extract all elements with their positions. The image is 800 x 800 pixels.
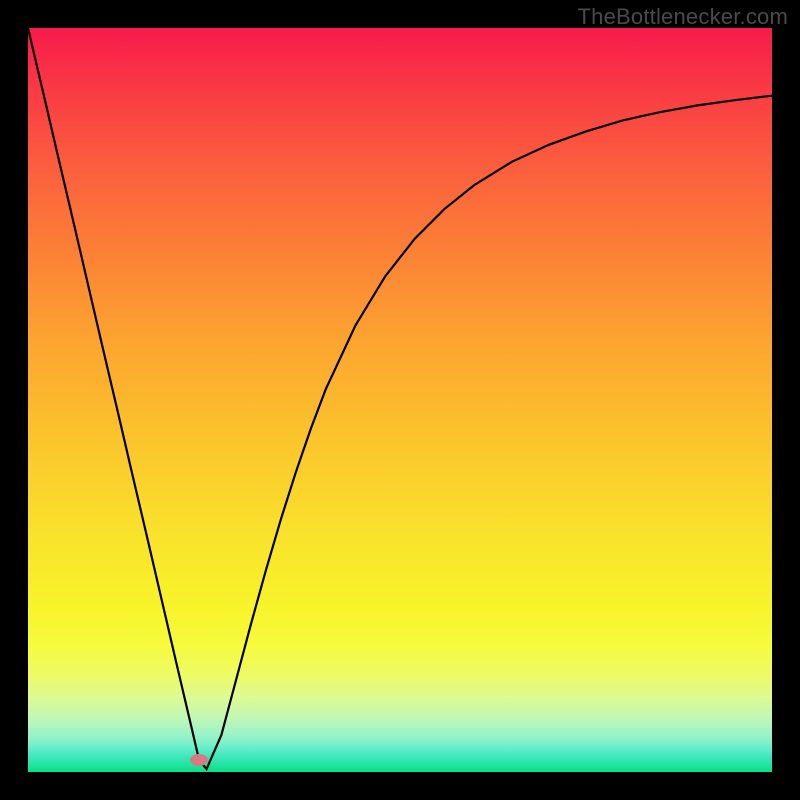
minimum-marker <box>190 754 208 766</box>
bottleneck-curve <box>28 28 772 772</box>
curve-path <box>28 28 772 769</box>
watermark-label: TheBottlenecker.com <box>578 4 788 30</box>
plot-area <box>28 28 772 772</box>
chart-frame: TheBottlenecker.com <box>0 0 800 800</box>
